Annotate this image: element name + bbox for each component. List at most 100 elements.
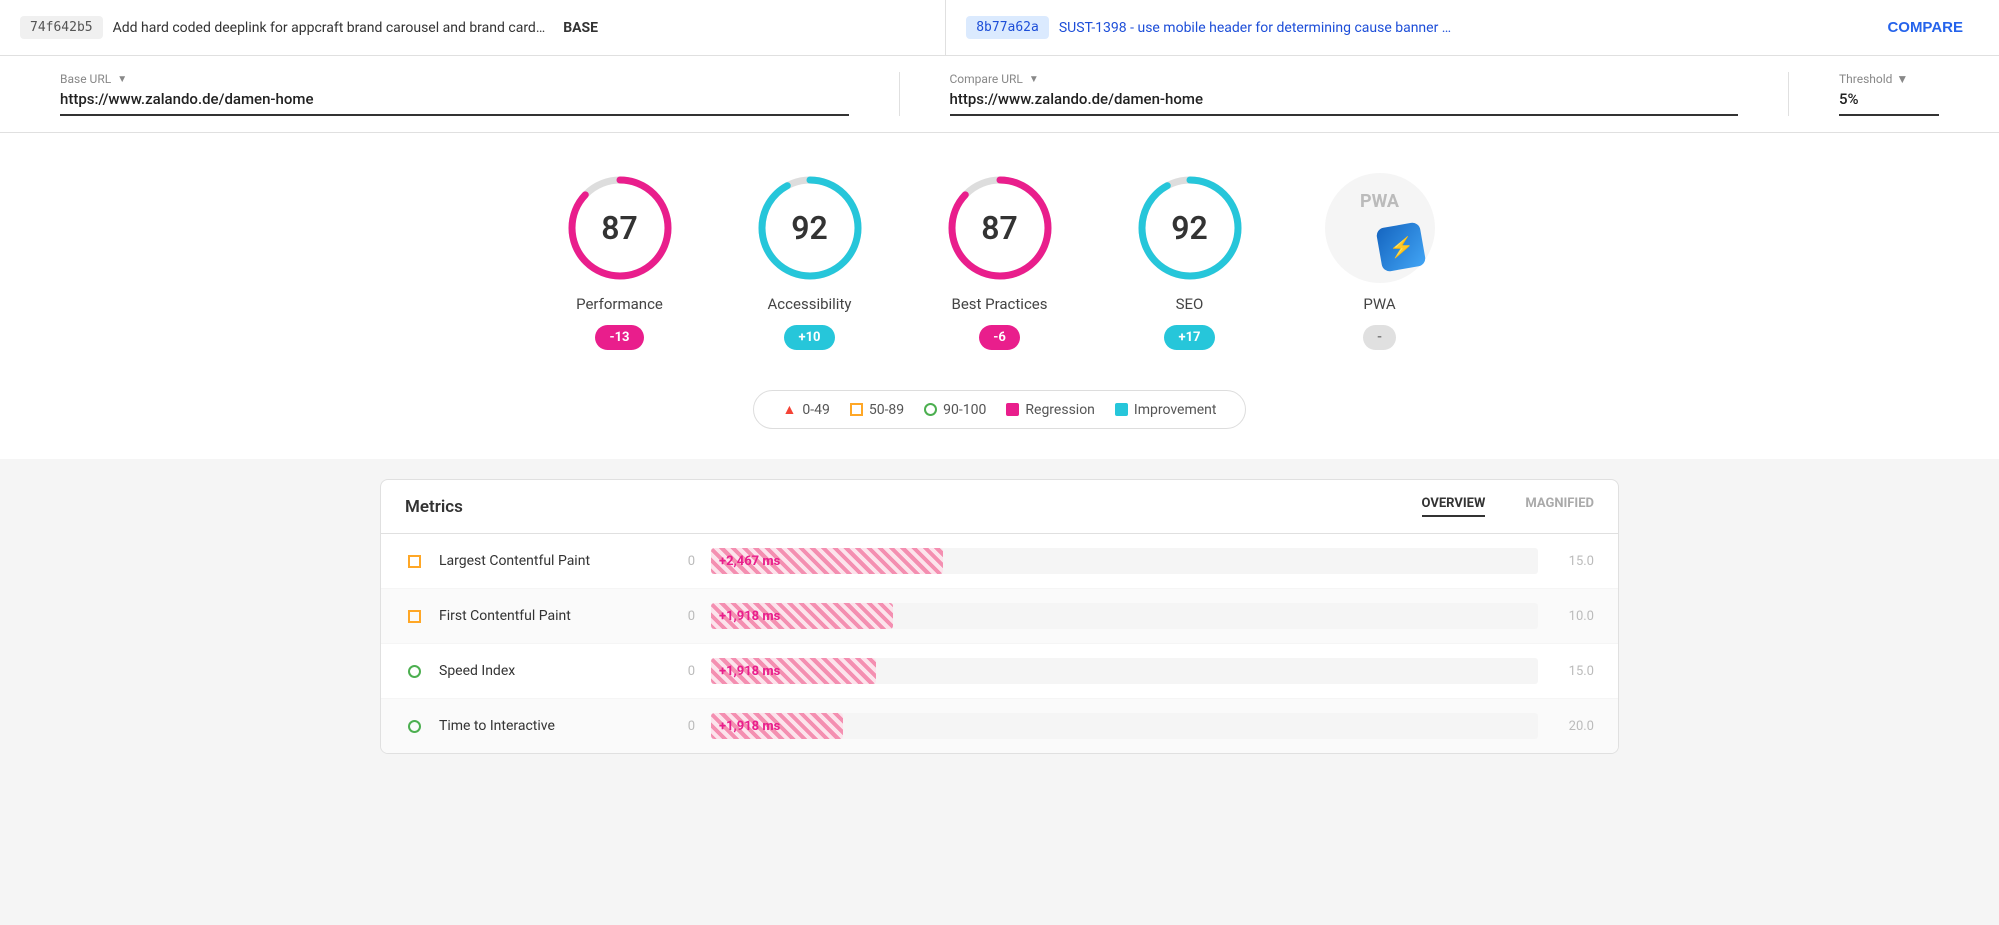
legend-item-90-100: 90-100 <box>924 402 986 418</box>
commit-compare: 8b77a62a SUST-1398 - use mobile header f… <box>966 16 1871 39</box>
base-url-chevron: ▼ <box>117 74 127 85</box>
compare-url-value: https://www.zalando.de/damen-home <box>950 90 1739 116</box>
score-circle-seo: 92 <box>1135 173 1245 283</box>
tab-magnified[interactable]: MAGNIFIED <box>1525 496 1594 517</box>
compare-commit-hash: 8b77a62a <box>966 16 1049 39</box>
metric-zero: 0 <box>675 719 695 734</box>
score-circle-best-practices: 87 <box>945 173 1055 283</box>
metrics-header: Metrics OVERVIEW MAGNIFIED <box>381 480 1618 534</box>
metrics-rows: Largest Contentful Paint 0 +2,467 ms 15.… <box>381 534 1618 753</box>
metric-name: Time to Interactive <box>439 718 659 734</box>
threshold-field: Threshold ▼ 5% <box>1839 72 1939 116</box>
metric-bar-fill: +1,918 ms <box>711 713 843 739</box>
score-item-seo: 92 SEO +17 <box>1135 173 1245 350</box>
score-value-performance: 87 <box>601 209 638 247</box>
metric-zero: 0 <box>675 664 695 679</box>
score-badge-performance: -13 <box>595 325 643 350</box>
metric-name: First Contentful Paint <box>439 608 659 624</box>
tab-overview[interactable]: OVERVIEW <box>1422 496 1486 517</box>
pwa-icon: PWA ⚡ <box>1325 173 1435 283</box>
metric-bar-value: +1,918 ms <box>711 664 780 679</box>
scores-section: 87 Performance -13 92 Accessibility +10 … <box>0 133 1999 370</box>
legend-item-improvement: Improvement <box>1115 402 1217 418</box>
score-badge-seo: +17 <box>1164 325 1214 350</box>
score-badge-best-practices: -6 <box>979 325 1020 350</box>
pwa-text-label: PWA <box>1360 191 1399 212</box>
legend-label-0-49: 0-49 <box>802 402 829 418</box>
score-item-best-practices: 87 Best Practices -6 <box>945 173 1055 350</box>
metrics-tabs: OVERVIEW MAGNIFIED <box>1422 496 1594 517</box>
base-commit-hash: 74f642b5 <box>20 16 103 39</box>
legend-label-50-89: 50-89 <box>869 402 904 418</box>
base-label: BASE <box>563 20 598 36</box>
score-value-accessibility: 92 <box>791 209 828 247</box>
score-item-pwa: PWA ⚡ PWA - <box>1325 173 1435 350</box>
legend-item-regression: Regression <box>1006 402 1095 418</box>
base-url-label: Base URL ▼ <box>60 72 849 86</box>
square-teal-icon <box>1115 403 1128 416</box>
score-circle-performance: 87 <box>565 173 675 283</box>
threshold-label: Threshold ▼ <box>1839 72 1939 86</box>
score-label-pwa: PWA <box>1363 295 1395 313</box>
compare-button[interactable]: COMPARE <box>1871 11 1979 44</box>
metric-icon-square <box>408 555 421 568</box>
metric-row: Time to Interactive 0 +1,918 ms 20.0 <box>381 699 1618 753</box>
metric-icon-circle <box>408 665 421 678</box>
base-url-value: https://www.zalando.de/damen-home <box>60 90 849 116</box>
metric-row: Largest Contentful Paint 0 +2,467 ms 15.… <box>381 534 1618 589</box>
metric-row: Speed Index 0 +1,918 ms 15.0 <box>381 644 1618 699</box>
circle-green-icon <box>924 403 937 416</box>
metrics-section: Metrics OVERVIEW MAGNIFIED Largest Conte… <box>0 459 1999 794</box>
url-bar: Base URL ▼ https://www.zalando.de/damen-… <box>0 56 1999 133</box>
metric-name: Speed Index <box>439 663 659 679</box>
bolt-icon: ⚡ <box>1388 235 1413 259</box>
score-item-accessibility: 92 Accessibility +10 <box>755 173 865 350</box>
compare-url-label: Compare URL ▼ <box>950 72 1739 86</box>
url-bar-divider <box>899 72 900 116</box>
metric-name: Largest Contentful Paint <box>439 553 659 569</box>
compare-commit-message: SUST-1398 - use mobile header for determ… <box>1059 20 1451 36</box>
metric-max: 20.0 <box>1554 719 1594 734</box>
metric-max: 15.0 <box>1554 664 1594 679</box>
score-badge-accessibility: +10 <box>784 325 834 350</box>
score-badge-pwa: - <box>1363 325 1396 350</box>
score-label-accessibility: Accessibility <box>768 295 852 313</box>
metric-icon-circle <box>408 720 421 733</box>
metric-icon-wrap <box>405 607 423 625</box>
score-value-seo: 92 <box>1171 209 1208 247</box>
metric-bar-value: +1,918 ms <box>711 719 780 734</box>
metric-icon-wrap <box>405 717 423 735</box>
square-yellow-icon <box>850 403 863 416</box>
metric-max: 15.0 <box>1554 554 1594 569</box>
metric-bar-value: +1,918 ms <box>711 609 780 624</box>
metric-bar-fill: +2,467 ms <box>711 548 943 574</box>
metric-bar-fill: +1,918 ms <box>711 658 876 684</box>
metric-icon-square <box>408 610 421 623</box>
legend-label-90-100: 90-100 <box>943 402 986 418</box>
top-bar: 74f642b5 Add hard coded deeplink for app… <box>0 0 1999 56</box>
base-commit-message: Add hard coded deeplink for appcraft bra… <box>113 20 546 36</box>
metric-bar-wrap: +1,918 ms <box>711 658 1538 684</box>
metric-bar-wrap: +1,918 ms <box>711 713 1538 739</box>
legend-item-50-89: 50-89 <box>850 402 904 418</box>
metric-bar-fill: +1,918 ms <box>711 603 893 629</box>
url-bar-divider2 <box>1788 72 1789 116</box>
metric-zero: 0 <box>675 609 695 624</box>
legend-item-0-49: ▲ 0-49 <box>782 401 829 418</box>
threshold-value: 5% <box>1839 90 1939 116</box>
legend-pill: ▲ 0-49 50-89 90-100 Regression Improveme… <box>753 390 1245 429</box>
metrics-title: Metrics <box>405 497 1382 517</box>
metric-row: First Contentful Paint 0 +1,918 ms 10.0 <box>381 589 1618 644</box>
base-url-field: Base URL ▼ https://www.zalando.de/damen-… <box>60 72 849 116</box>
metrics-card: Metrics OVERVIEW MAGNIFIED Largest Conte… <box>380 479 1619 754</box>
metric-icon-wrap <box>405 552 423 570</box>
triangle-icon: ▲ <box>782 401 796 418</box>
metric-bar-wrap: +2,467 ms <box>711 548 1538 574</box>
score-label-performance: Performance <box>576 295 663 313</box>
score-label-seo: SEO <box>1176 295 1204 313</box>
compare-url-chevron: ▼ <box>1029 74 1039 85</box>
legend-improvement-label: Improvement <box>1134 402 1217 418</box>
legend-regression-label: Regression <box>1025 402 1095 418</box>
score-item-performance: 87 Performance -13 <box>565 173 675 350</box>
pwa-bolt-icon: ⚡ <box>1375 222 1426 273</box>
